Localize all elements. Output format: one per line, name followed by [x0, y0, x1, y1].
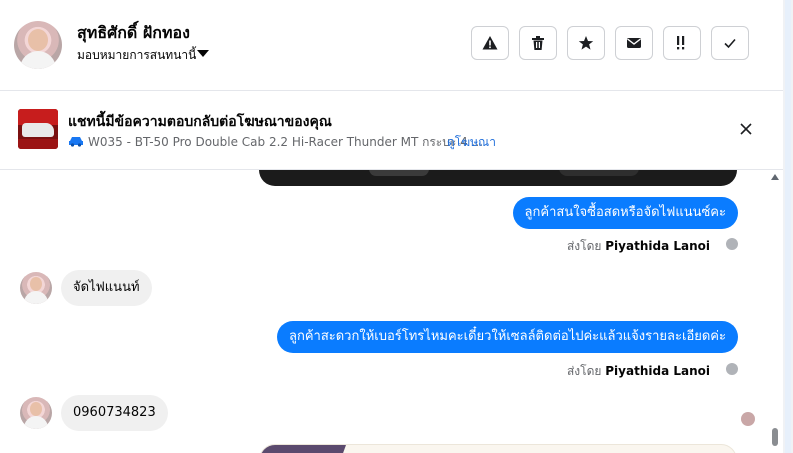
assign-conversation-label[interactable]: มอบหมายการสนทนานี้ — [77, 46, 196, 65]
exclamation-icon — [677, 36, 685, 50]
star-icon — [578, 36, 594, 50]
sent-by-prefix: ส่งโดย — [566, 239, 602, 253]
outgoing-message[interactable]: ลูกค้าสะดวกให้เบอร์โทรไหมคะเดี๋ยวให้เซลล… — [276, 321, 738, 353]
check-icon — [724, 38, 736, 49]
trash-icon — [532, 36, 544, 50]
ad-banner-title: แชทนี้มีข้อความตอบกลับต่อโฆษณาของคุณ — [68, 114, 332, 130]
delete-button[interactable] — [519, 26, 557, 60]
done-button[interactable] — [711, 26, 749, 60]
ad-reply-banner: แชทนี้มีข้อความตอบกลับต่อโฆษณาของคุณ W03… — [0, 91, 783, 170]
sent-by-label: ส่งโดย Piyathida Lanoi — [567, 362, 710, 381]
sent-by-label: ส่งโดย Piyathida Lanoi — [567, 237, 710, 256]
contact-avatar[interactable] — [14, 21, 62, 69]
chevron-down-icon[interactable] — [197, 50, 209, 57]
contact-avatar-small[interactable] — [20, 397, 52, 429]
scrollbar-thumb[interactable] — [772, 428, 778, 446]
info-icon — [726, 238, 738, 250]
sender-name: Piyathida Lanoi — [605, 239, 710, 253]
ad-thumbnail[interactable] — [18, 109, 58, 149]
read-receipt-avatar — [741, 412, 755, 426]
contact-name[interactable]: สุทธิศักดิ์ ฝักทอง — [77, 21, 190, 46]
sent-by-prefix: ส่งโดย — [566, 364, 602, 378]
info-icon — [726, 363, 738, 375]
report-button[interactable] — [471, 26, 509, 60]
page-edge — [783, 0, 793, 453]
star-button[interactable] — [567, 26, 605, 60]
outgoing-message[interactable]: ลูกค้าสนใจซื้อสดหรือจัดไฟแนนซ์คะ — [512, 197, 738, 229]
view-ad-link[interactable]: ดูโฆษณา — [447, 133, 496, 152]
incoming-message[interactable]: จัดไฟแนนท์ — [61, 270, 152, 306]
contact-avatar-small[interactable] — [20, 272, 52, 304]
image-attachment[interactable] — [259, 170, 737, 186]
sender-name: Piyathida Lanoi — [605, 364, 710, 378]
follow-up-button[interactable] — [663, 26, 701, 60]
mark-unread-button[interactable] — [615, 26, 653, 60]
chat-panel: สุทธิศักดิ์ ฝักทอง มอบหมายการสนทนานี้ แช… — [0, 0, 784, 453]
ad-card-preview[interactable] — [259, 444, 737, 453]
envelope-icon — [627, 38, 641, 48]
incoming-message[interactable]: 0960734823 — [61, 395, 168, 431]
close-icon[interactable] — [738, 121, 754, 137]
scroll-up-arrow-icon[interactable] — [771, 174, 779, 180]
conversation-header: สุทธิศักดิ์ ฝักทอง มอบหมายการสนทนานี้ — [0, 0, 783, 91]
car-icon — [69, 137, 83, 147]
warning-icon — [482, 36, 498, 50]
message-list[interactable]: ลูกค้าสนใจซื้อสดหรือจัดไฟแนนซ์คะ ส่งโดย … — [0, 170, 770, 453]
ad-description: W035 - BT-50 Pro Double Cab 2.2 Hi-Racer… — [88, 135, 484, 149]
